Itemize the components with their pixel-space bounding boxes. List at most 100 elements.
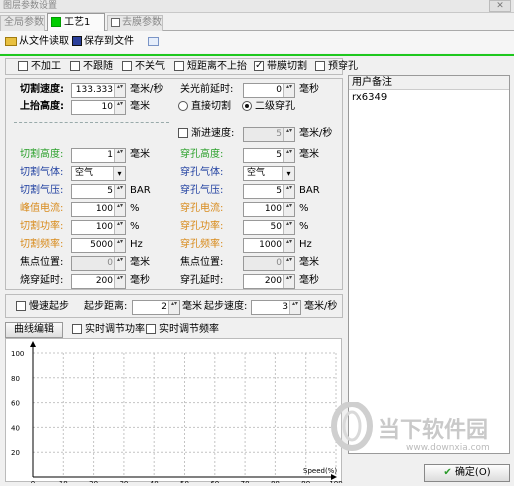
lift-height-unit: 毫米 [130,101,150,112]
pierce-param-input[interactable]: 50 [243,220,295,235]
y-tick-label: 100 [11,350,24,358]
checkbox[interactable] [72,324,82,334]
pierce-param-input[interactable]: 5 [243,148,295,163]
checkbox[interactable] [178,128,188,138]
window-titlebar: 图层参数设置 ✕ [0,0,514,13]
cut-param-unit: 毫米 [130,257,150,268]
pierce-param-label: 穿孔高度: [180,149,224,160]
pierce-param-input[interactable]: 1000 [243,238,295,253]
cut-param-input[interactable]: 200 [71,274,126,289]
light-delay-input[interactable]: 0 [243,83,295,98]
remarks-title: 用户备注 [349,76,509,90]
cut-param-label: 切割气压: [20,185,64,196]
checkbox[interactable] [18,61,28,71]
radio[interactable] [178,101,188,111]
pierce-param-unit: % [299,221,309,232]
checkbox[interactable] [174,61,184,71]
direct-cut-radio[interactable]: 直接切割 [178,100,231,114]
read-from-file-button[interactable]: 从文件读取 [5,36,69,48]
tab-global-params[interactable]: 全局参数 [0,15,45,31]
speed-curve-chart[interactable]: 100806040200102030405060708090100Speed(%… [5,338,343,486]
option-short-no-lift[interactable]: 短距离不上抬 [174,60,247,74]
y-tick-label: 40 [11,424,20,432]
start-distance-unit: 毫米 [182,301,202,312]
realtime-freq-check[interactable]: 实时调节频率 [146,323,219,337]
cut-param-input[interactable]: 0 [71,256,126,271]
save-disk-icon [72,36,82,46]
cut-param-label: 切割高度: [20,149,64,160]
confirm-button[interactable]: ✔ 确定(O) [424,464,510,482]
checkbox-checked[interactable] [254,59,264,73]
option-no-follow[interactable]: 不跟随 [70,60,113,74]
tab-process-1[interactable]: 工艺1 [47,13,105,32]
gradual-speed-check[interactable]: 渐进速度: [178,127,234,141]
save-to-file-button[interactable]: 保存到文件 [72,36,134,48]
pierce-param-unit: BAR [299,185,320,196]
params-panel: 切割速度: 133.333 毫米/秒 关光前延时: 0 毫秒 上抬高度: 10 … [5,78,343,290]
checkmark-icon: ✔ [443,467,452,478]
pierce-param-label: 穿孔频率: [180,239,224,250]
curve-edit-button[interactable]: 曲线编辑 [5,322,63,338]
pierce-param-unit: 毫米 [299,149,319,160]
note-button[interactable] [148,36,159,48]
pierce-param-input[interactable]: 0 [243,256,295,271]
cut-param-unit: Hz [130,239,143,250]
pierce-param-label: 穿孔功率: [180,221,224,232]
y-tick-label: 20 [11,449,20,457]
cut-speed-input[interactable]: 133.333 [71,83,126,98]
checkbox[interactable] [122,61,132,71]
option-film-cut[interactable]: 带膜切割 [254,59,307,74]
option-no-process[interactable]: 不加工 [18,60,61,74]
radio-selected[interactable] [242,101,252,111]
realtime-power-check[interactable]: 实时调节功率 [72,323,145,337]
start-distance-label: 起步距离: [84,301,128,312]
slow-start-row: 慢速起步 起步距离: 2 毫米 起步速度: 3 毫米/秒 [5,294,343,318]
gradual-speed-input[interactable]: 5 [243,127,295,142]
start-speed-input[interactable]: 3 [251,300,301,315]
lift-height-label: 上抬高度: [20,101,64,112]
start-speed-unit: 毫米/秒 [304,301,338,312]
green-square-icon [51,17,61,27]
cut-param-label: 烧穿延时: [20,275,64,286]
cut-param-label: 切割频率: [20,239,64,250]
pierce-param-unit: % [299,203,309,214]
watermark-logo-icon [331,402,373,451]
start-distance-input[interactable]: 2 [132,300,180,315]
lift-height-input[interactable]: 10 [71,100,126,115]
pierce-param-input[interactable]: 100 [243,202,295,217]
light-delay-label: 关光前延时: [180,84,234,95]
remarks-textarea[interactable]: rx6349 [352,92,387,103]
tab-film-params[interactable]: 去膜参数 [107,15,163,31]
checkbox[interactable] [16,301,26,311]
watermark-url: www.downxia.com [406,443,490,453]
y-tick-label: 60 [11,400,20,408]
close-button[interactable]: ✕ [489,0,511,12]
user-remarks-panel: 用户备注 rx6349 [348,75,510,454]
slow-start-check[interactable]: 慢速起步 [16,300,69,314]
checkbox[interactable] [146,324,156,334]
y-tick-label: 80 [11,375,20,383]
cut-param-input[interactable]: 5 [71,184,126,199]
pierce-param-select[interactable]: 空气 [243,166,295,181]
cut-param-input[interactable]: 1 [71,148,126,163]
cut-param-select[interactable]: 空气 [71,166,126,181]
start-speed-label: 起步速度: [204,301,248,312]
pierce-param-input[interactable]: 200 [243,274,295,289]
checkbox[interactable] [70,61,80,71]
cut-param-input[interactable]: 100 [71,202,126,217]
pierce-param-label: 穿孔气体: [180,167,224,178]
option-pre-pierce[interactable]: 预穿孔 [315,60,358,74]
option-no-gas-off[interactable]: 不关气 [122,60,165,74]
pierce-param-label: 穿孔气压: [180,185,224,196]
note-icon [148,36,159,46]
cut-param-input[interactable]: 5000 [71,238,126,253]
cut-param-label: 峰值电流: [20,203,64,214]
cut-param-input[interactable]: 100 [71,220,126,235]
checkbox[interactable] [315,61,325,71]
watermark-name: 当下软件园 [378,418,489,443]
pierce-param-input[interactable]: 5 [243,184,295,199]
secondary-pierce-radio[interactable]: 二级穿孔 [242,100,295,114]
x-axis-label: Speed(%) [303,467,337,475]
watermark: 当下软件园 www.downxia.com [330,400,490,460]
tab-bar: 全局参数 工艺1 去膜参数 [0,13,514,32]
